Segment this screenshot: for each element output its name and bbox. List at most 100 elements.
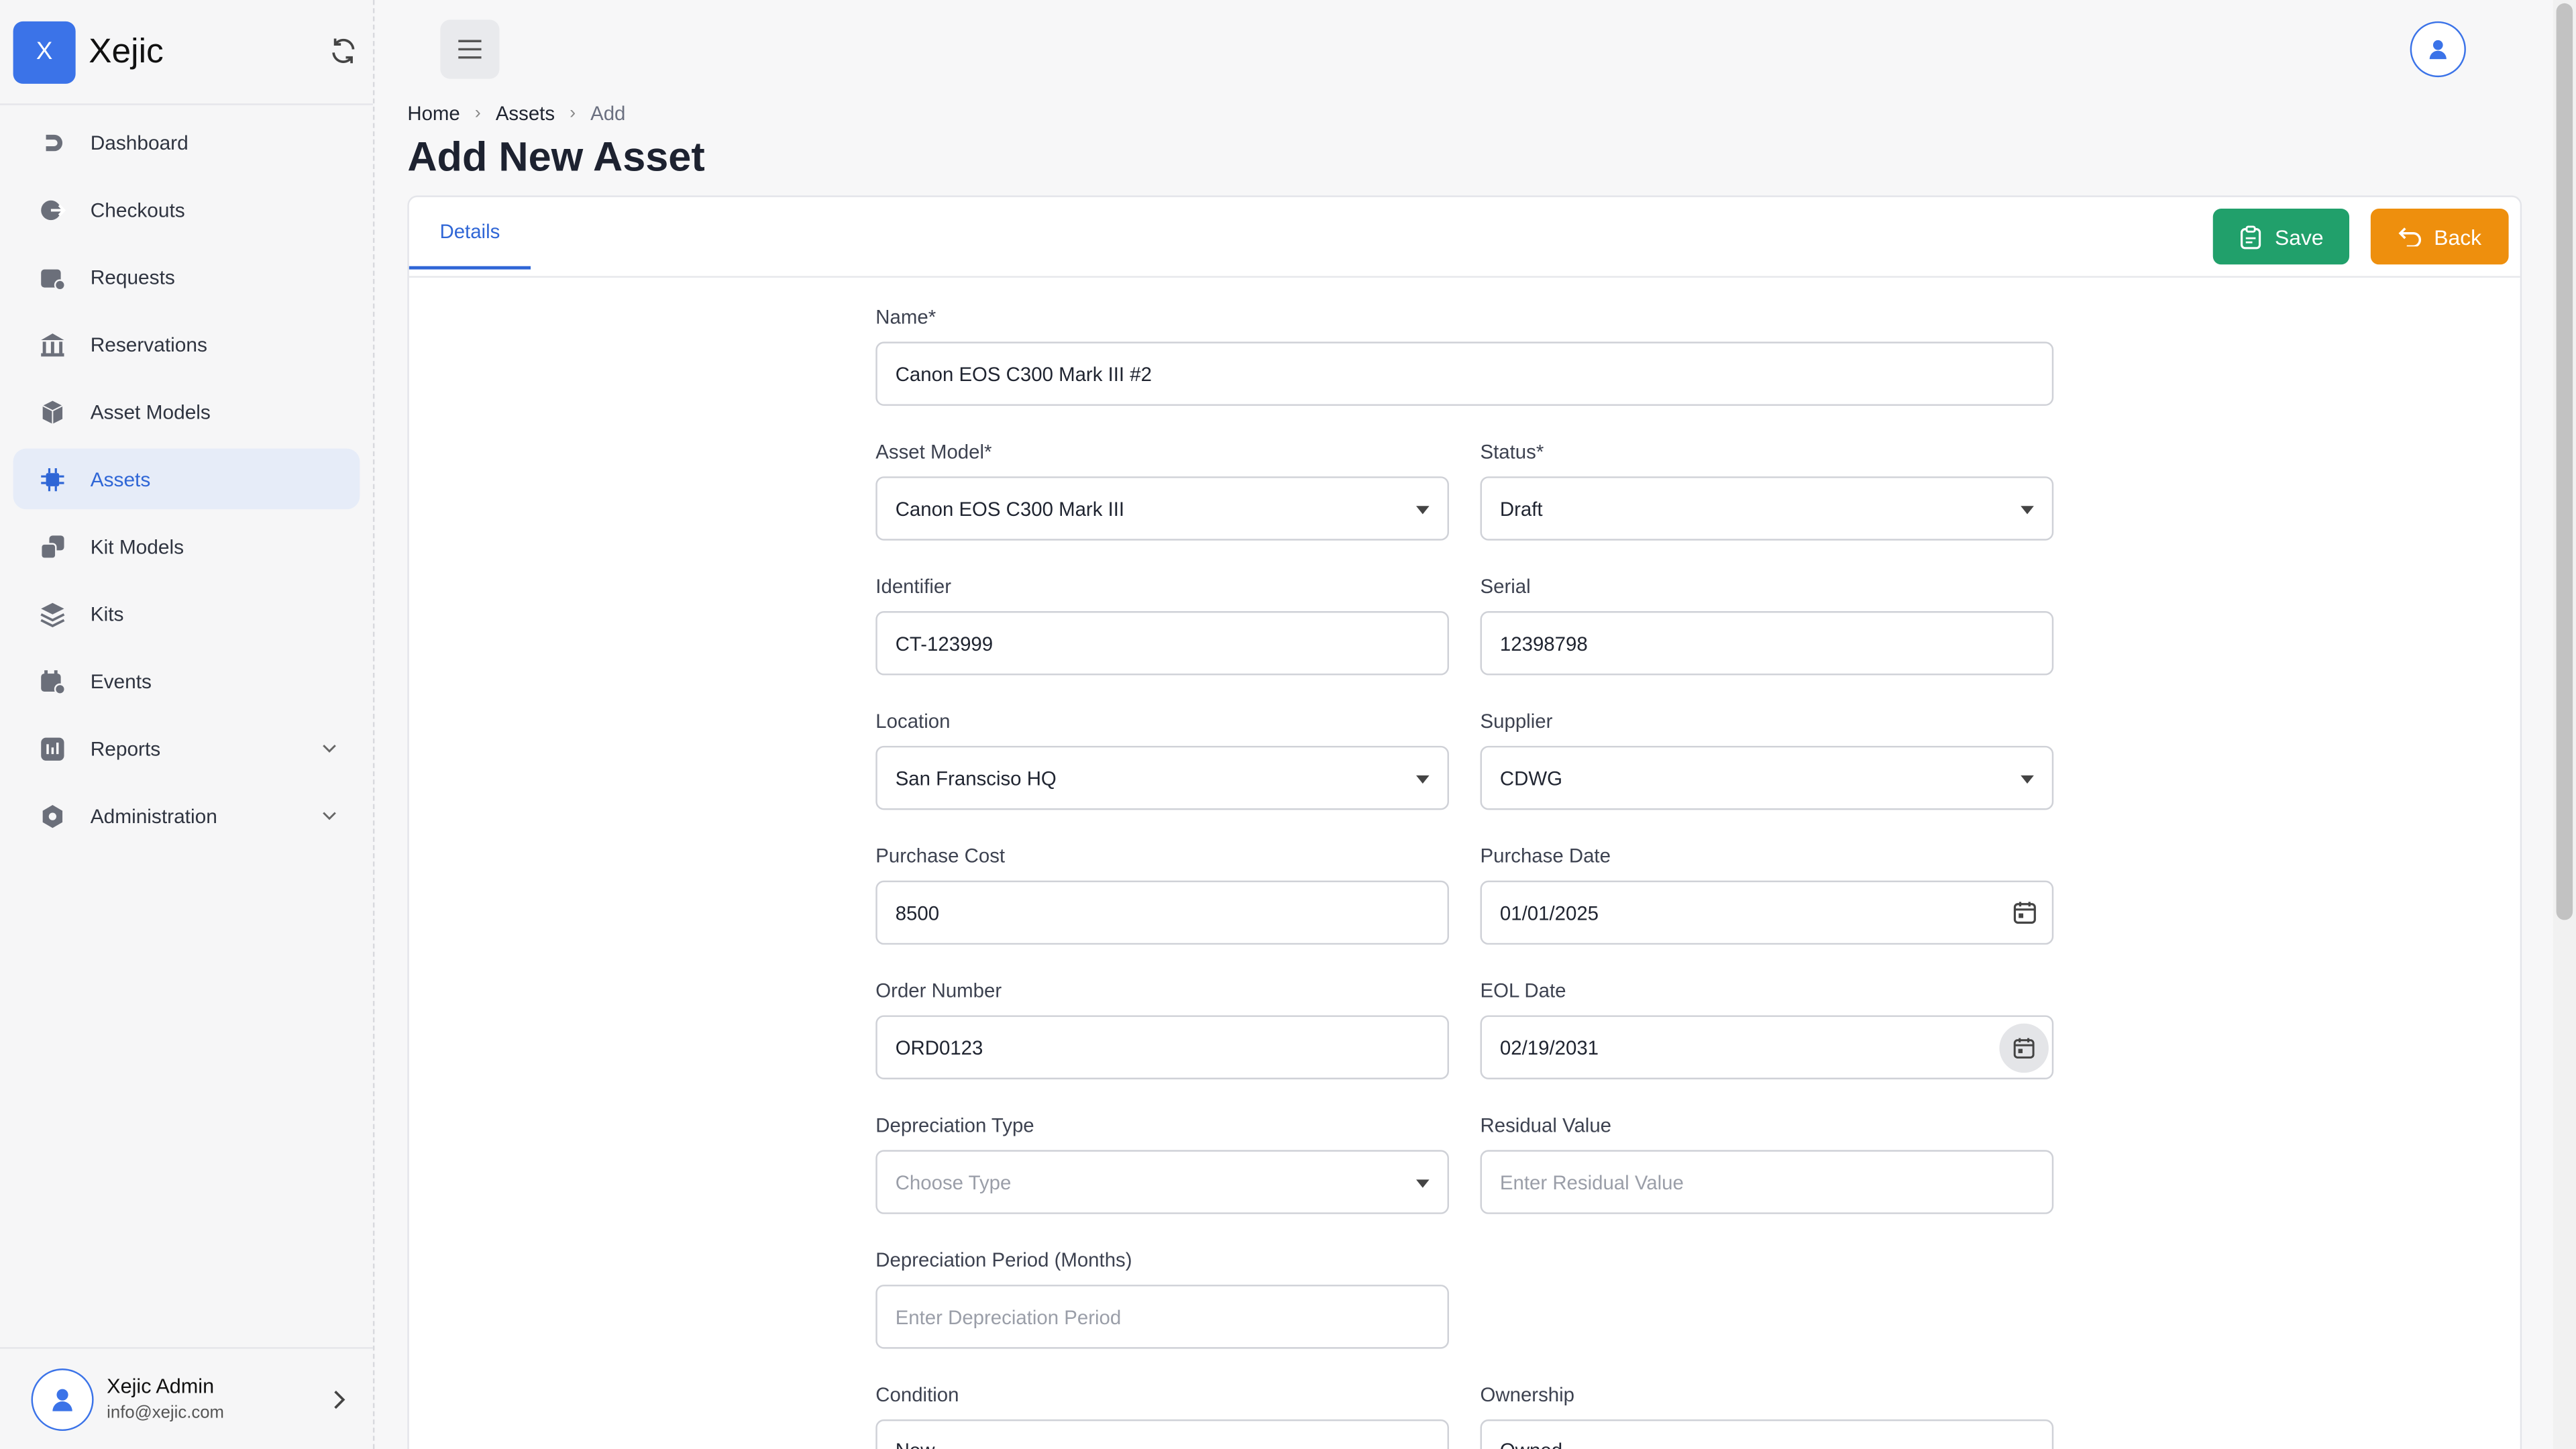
ownership-label: Ownership xyxy=(1480,1383,1575,1407)
user-icon xyxy=(2429,40,2447,60)
location-select[interactable]: San Fransciso HQ xyxy=(875,745,1449,810)
reports-icon xyxy=(41,737,64,760)
sidebar-item-label: Dashboard xyxy=(90,130,189,154)
asset-models-icon xyxy=(42,400,63,423)
reservations-icon xyxy=(41,332,64,356)
serial-field[interactable]: 12398798 xyxy=(1480,611,2054,676)
administration-icon xyxy=(42,804,63,828)
sidebar-item-events[interactable]: Events xyxy=(13,651,360,712)
chevron-down-icon[interactable] xyxy=(322,808,337,823)
sidebar-item-label: Administration xyxy=(90,804,217,828)
supplier-select[interactable]: CDWG xyxy=(1480,745,2054,810)
user-icon xyxy=(52,1388,72,1411)
user-profile[interactable]: Xejic Admin info@xejic.com xyxy=(0,1347,373,1449)
back-button[interactable]: Back xyxy=(2370,209,2509,265)
sidebar-item-administration[interactable]: Administration xyxy=(13,786,360,847)
kits-icon xyxy=(40,602,65,627)
checkout-icon xyxy=(41,199,66,219)
back-button-label: Back xyxy=(2434,224,2482,250)
sidebar-item-kit-models[interactable]: Kit Models xyxy=(13,516,360,577)
location-label: Location xyxy=(875,709,951,733)
sidebar-item-label: Events xyxy=(90,669,152,693)
account-avatar-button[interactable] xyxy=(2410,21,2466,78)
kit-models-icon xyxy=(40,535,64,559)
tab-details[interactable]: Details xyxy=(409,197,531,270)
sidebar-item-label: Asset Models xyxy=(90,400,211,423)
ownership-select[interactable]: Owned xyxy=(1480,1419,2054,1449)
asset-model-label: Asset Model* xyxy=(875,440,992,464)
residual-value-field[interactable]: Enter Residual Value xyxy=(1480,1150,2054,1214)
eol-date-label: EOL Date xyxy=(1480,979,1566,1002)
requests-icon xyxy=(41,268,66,290)
breadcrumb-current: Add xyxy=(590,101,626,125)
sidebar-item-reports[interactable]: Reports xyxy=(13,718,360,779)
depreciation-type-select[interactable]: Choose Type xyxy=(875,1150,1449,1214)
purchase-date-label: Purchase Date xyxy=(1480,844,1611,868)
sidebar-item-assets[interactable]: Assets xyxy=(13,448,360,510)
chevron-right-icon: › xyxy=(570,103,576,123)
hamburger-icon xyxy=(458,40,482,59)
sidebar-nav: Dashboard Checkouts Requests Reservation… xyxy=(0,105,373,846)
sidebar-item-label: Reservations xyxy=(90,332,207,356)
status-select[interactable]: Draft xyxy=(1480,476,2054,541)
sidebar-item-requests[interactable]: Requests xyxy=(13,246,360,307)
assets-icon xyxy=(41,467,64,491)
purchase-cost-label: Purchase Cost xyxy=(875,844,1006,868)
save-button-label: Save xyxy=(2275,224,2324,250)
name-label: Name* xyxy=(875,305,936,329)
caret-down-icon xyxy=(2021,775,2034,784)
purchase-cost-field[interactable]: 8500 xyxy=(875,880,1449,945)
brand: X Xejic xyxy=(0,0,373,105)
eol-date-field[interactable]: 02/19/2031 xyxy=(1480,1015,2054,1079)
order-number-label: Order Number xyxy=(875,979,1002,1002)
user-email: info@xejic.com xyxy=(107,1403,224,1423)
serial-label: Serial xyxy=(1480,575,1531,598)
caret-down-icon xyxy=(2021,506,2034,515)
name-field[interactable]: Canon EOS C300 Mark III #2 xyxy=(875,341,2054,406)
order-number-field[interactable]: ORD0123 xyxy=(875,1015,1449,1079)
page-scrollbar[interactable] xyxy=(2553,0,2576,1449)
app-name: Xejic xyxy=(89,32,164,70)
condition-select[interactable]: New xyxy=(875,1419,1449,1449)
calendar-icon[interactable] xyxy=(2012,900,2037,925)
app-logo[interactable]: X xyxy=(13,20,76,83)
purchase-date-field[interactable]: 01/01/2025 xyxy=(1480,880,2054,945)
sidebar-item-kits[interactable]: Kits xyxy=(13,583,360,644)
refresh-icon[interactable] xyxy=(327,34,360,67)
chevron-right-icon: › xyxy=(474,103,481,123)
caret-down-icon xyxy=(1416,506,1430,515)
depreciation-period-field[interactable]: Enter Depreciation Period xyxy=(875,1285,1449,1349)
sidebar-item-label: Kits xyxy=(90,602,124,625)
calendar-button[interactable] xyxy=(1999,1023,2049,1073)
menu-toggle-button[interactable] xyxy=(440,19,500,79)
sidebar-item-label: Reports xyxy=(90,737,161,760)
breadcrumb: Home › Assets › Add xyxy=(407,102,625,125)
avatar xyxy=(31,1367,94,1430)
scrollbar-thumb[interactable] xyxy=(2556,3,2573,920)
sidebar: X Xejic Dashboard Checkouts Requests Res… xyxy=(0,0,375,1449)
breadcrumb-home[interactable]: Home xyxy=(407,102,460,125)
sidebar-item-dashboard[interactable]: Dashboard xyxy=(13,112,360,173)
identifier-field[interactable]: CT-123999 xyxy=(875,611,1449,676)
identifier-label: Identifier xyxy=(875,575,952,598)
asset-model-select[interactable]: Canon EOS C300 Mark III xyxy=(875,476,1449,541)
undo-icon xyxy=(2398,227,2420,247)
events-icon xyxy=(41,669,66,694)
card-header: Details Save Back xyxy=(409,197,2520,278)
chevron-down-icon[interactable] xyxy=(322,741,337,755)
chevron-right-icon[interactable] xyxy=(330,1388,346,1411)
user-name: Xejic Admin xyxy=(107,1375,215,1399)
supplier-label: Supplier xyxy=(1480,709,1553,733)
depreciation-period-label: Depreciation Period (Months) xyxy=(875,1248,1132,1272)
calendar-icon xyxy=(2013,1038,2035,1059)
caret-down-icon xyxy=(1416,775,1430,784)
caret-down-icon xyxy=(1416,1179,1430,1188)
residual-value-label: Residual Value xyxy=(1480,1114,1612,1137)
breadcrumb-assets[interactable]: Assets xyxy=(496,102,555,125)
sidebar-item-reservations[interactable]: Reservations xyxy=(13,314,360,375)
sidebar-item-label: Assets xyxy=(90,467,151,491)
save-button[interactable]: Save xyxy=(2212,209,2350,265)
sidebar-item-asset-models[interactable]: Asset Models xyxy=(13,381,360,442)
sidebar-item-checkouts[interactable]: Checkouts xyxy=(13,179,360,240)
page-title: Add New Asset xyxy=(407,134,705,181)
